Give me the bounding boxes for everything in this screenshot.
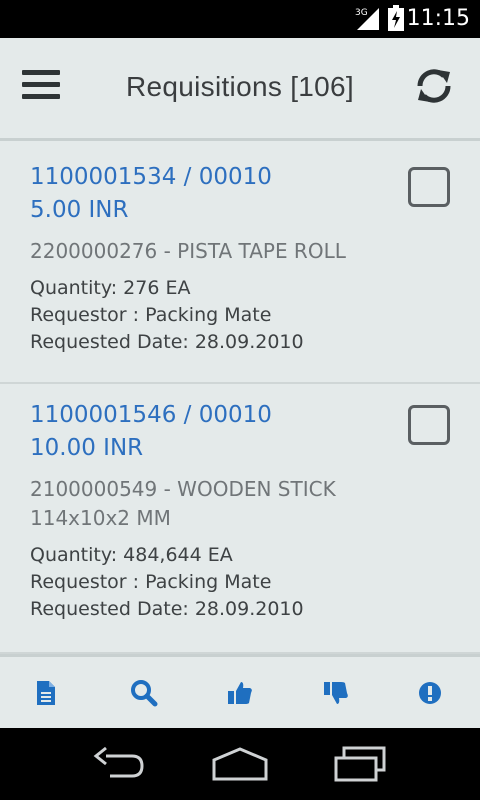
requestor-text: Requestor : Packing Mate (30, 571, 272, 593)
requested-date-text: Requested Date: 28.09.2010 (30, 331, 304, 353)
requisition-id: 1100001534 / 00010 (30, 164, 272, 190)
requestor-text: Requestor : Packing Mate (30, 304, 272, 326)
requisition-id: 1100001546 / 00010 (30, 402, 272, 428)
requested-date-text: Requested Date: 28.09.2010 (30, 598, 304, 620)
quantity-text: Quantity: 484,644 EA (30, 544, 233, 566)
app-bar: Requisitions [106] (0, 38, 480, 141)
battery-icon (388, 5, 404, 31)
quantity-text: Quantity: 276 EA (30, 277, 191, 299)
network-type-label: 3G (355, 8, 368, 18)
system-nav-bar (0, 728, 480, 800)
page-title: Requisitions [106] (126, 71, 354, 102)
signal-icon: 3G (355, 8, 379, 30)
requisition-list: 1100001534 / 00010 5.00 INR 2200000276 -… (0, 146, 480, 654)
thumbs-down-icon[interactable] (322, 679, 350, 707)
thumbs-up-icon[interactable] (226, 679, 254, 707)
requisition-amount: 5.00 INR (30, 197, 129, 223)
material-description: 2100000549 - WOODEN STICK 114x10x2 MM (30, 477, 336, 530)
search-icon[interactable] (130, 679, 158, 707)
material-description: 2200000276 - PISTA TAPE ROLL (30, 239, 346, 263)
action-toolbar (0, 654, 480, 728)
select-checkbox[interactable] (408, 167, 450, 207)
list-item[interactable]: 1100001534 / 00010 5.00 INR 2200000276 -… (0, 146, 480, 384)
status-bar: 3G 11:15 (0, 0, 480, 38)
home-icon[interactable] (212, 746, 268, 782)
document-icon[interactable] (32, 679, 60, 707)
status-time: 11:15 (406, 6, 470, 31)
alert-icon[interactable] (416, 679, 444, 707)
select-checkbox[interactable] (408, 405, 450, 445)
recent-apps-icon[interactable] (332, 746, 388, 782)
list-item[interactable]: 1100001546 / 00010 10.00 INR 2100000549 … (0, 384, 480, 654)
requisition-amount: 10.00 INR (30, 435, 144, 461)
back-icon[interactable] (92, 746, 148, 782)
refresh-icon[interactable] (414, 66, 454, 106)
